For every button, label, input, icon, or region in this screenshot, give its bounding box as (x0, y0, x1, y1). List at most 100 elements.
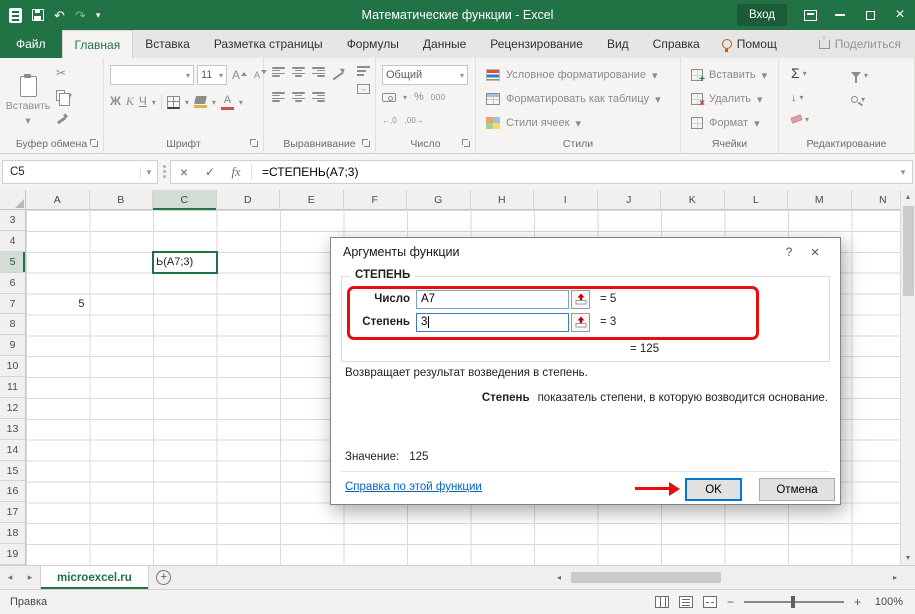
zoom-out-icon[interactable] (727, 595, 734, 609)
tab-help[interactable]: Справка (641, 30, 712, 58)
formula-bar-expand-icon[interactable] (894, 167, 912, 178)
bold-button[interactable]: Ж (110, 95, 121, 108)
row-header-12[interactable]: 12 (0, 398, 25, 419)
scroll-down-icon[interactable] (906, 551, 910, 565)
row-header-13[interactable]: 13 (0, 419, 25, 440)
vertical-scroll-thumb[interactable] (903, 206, 914, 296)
cancel-entry-button[interactable] (171, 164, 197, 180)
column-header-E[interactable]: E (280, 190, 344, 210)
row-header-3[interactable]: 3 (0, 210, 25, 231)
minimize-button[interactable] (825, 0, 855, 30)
tab-formulas[interactable]: Формулы (335, 30, 411, 58)
dialog-title-bar[interactable]: Аргументы функции (331, 238, 840, 266)
qat-customize-caret-icon[interactable] (96, 11, 101, 20)
column-header-L[interactable]: L (725, 190, 789, 210)
clipboard-dialog-launcher-icon[interactable] (90, 139, 99, 148)
name-box-caret-icon[interactable] (140, 167, 157, 178)
align-top-icon[interactable] (272, 67, 285, 77)
zoom-in-icon[interactable] (854, 595, 861, 609)
arg-input-power[interactable]: 3 (416, 313, 569, 332)
sign-in-button[interactable]: Вход (737, 4, 787, 26)
dialog-help-icon[interactable] (776, 242, 802, 262)
row-header-19[interactable]: 19 (0, 544, 25, 565)
tab-file[interactable]: Файл (0, 30, 62, 58)
cell-C5-edit-box[interactable]: Ь(A7;3) (152, 251, 218, 274)
zoom-slider-thumb[interactable] (791, 596, 795, 608)
format-painter-button[interactable] (56, 110, 72, 127)
currency-caret-icon[interactable] (403, 93, 407, 102)
column-header-A[interactable]: A (26, 190, 90, 210)
page-layout-view-icon[interactable] (679, 596, 693, 608)
align-middle-icon[interactable] (292, 67, 305, 77)
autosum-button[interactable]: Σ (791, 64, 807, 82)
column-header-I[interactable]: I (534, 190, 598, 210)
align-left-icon[interactable] (272, 92, 285, 102)
delete-cells-button[interactable]: Удалить (691, 89, 763, 109)
merge-center-icon[interactable] (357, 84, 370, 94)
orientation-icon[interactable] (332, 66, 344, 78)
format-as-table-button[interactable]: Форматировать как таблицу (486, 89, 661, 109)
cell-A7[interactable]: 5 (26, 294, 90, 315)
column-header-H[interactable]: H (471, 190, 535, 210)
zoom-slider[interactable] (744, 601, 844, 603)
redo-icon[interactable] (75, 9, 86, 22)
fill-color-button[interactable] (194, 96, 207, 108)
find-select-button[interactable] (851, 90, 865, 108)
new-sheet-button[interactable]: + (149, 566, 179, 589)
fill-button[interactable] (791, 88, 804, 106)
format-cells-button[interactable]: Формат (691, 113, 760, 133)
tab-view[interactable]: Вид (595, 30, 641, 58)
row-header-14[interactable]: 14 (0, 440, 25, 461)
insert-function-button[interactable]: fx (223, 165, 249, 180)
font-dialog-launcher-icon[interactable] (250, 139, 259, 148)
tab-home[interactable]: Главная (62, 30, 134, 58)
row-header-16[interactable]: 16 (0, 481, 25, 502)
column-header-G[interactable]: G (407, 190, 471, 210)
select-all-corner[interactable] (0, 190, 26, 210)
column-header-M[interactable]: M (788, 190, 852, 210)
underline-button[interactable]: Ч (139, 95, 147, 108)
italic-button[interactable]: К (126, 95, 134, 108)
row-header-10[interactable]: 10 (0, 356, 25, 377)
scroll-up-icon[interactable] (906, 190, 910, 204)
borders-icon[interactable] (167, 96, 180, 109)
row-header-7[interactable]: 7 (0, 294, 25, 315)
sheet-nav-left-icon[interactable] (0, 566, 20, 589)
row-header-17[interactable]: 17 (0, 502, 25, 523)
tab-page-layout[interactable]: Разметка страницы (202, 30, 335, 58)
arg-input-number[interactable]: A7 (416, 290, 569, 309)
tab-review[interactable]: Рецензирование (478, 30, 595, 58)
sheet-nav-right-icon[interactable] (20, 566, 40, 589)
hscroll-left-icon[interactable] (557, 573, 561, 582)
currency-icon[interactable] (382, 93, 396, 102)
row-header-6[interactable]: 6 (0, 273, 25, 294)
cell-styles-button[interactable]: Стили ячеек (486, 113, 581, 133)
ribbon-display-options-icon[interactable] (795, 0, 825, 30)
align-center-icon[interactable] (292, 92, 305, 102)
font-color-caret-icon[interactable] (239, 98, 243, 107)
borders-caret-icon[interactable] (185, 98, 189, 107)
undo-icon[interactable] (54, 9, 65, 22)
name-box[interactable]: C5 (2, 160, 158, 184)
enter-entry-button[interactable] (197, 165, 223, 179)
cut-button[interactable] (56, 64, 72, 81)
grow-font-button[interactable]: А (230, 67, 249, 83)
maximize-button[interactable] (855, 0, 885, 30)
cancel-button[interactable]: Отмена (759, 478, 835, 501)
help-link[interactable]: Справка по этой функции (345, 481, 482, 493)
hscroll-right-icon[interactable] (893, 573, 897, 582)
collapse-dialog-button[interactable] (571, 313, 590, 332)
row-header-5[interactable]: 5 (0, 252, 25, 273)
sheet-tab-microexcel[interactable]: microexcel.ru (40, 566, 149, 589)
wrap-text-icon[interactable] (357, 66, 370, 76)
normal-view-icon[interactable] (655, 596, 669, 608)
alignment-dialog-launcher-icon[interactable] (362, 139, 371, 148)
dialog-close-icon[interactable] (802, 242, 828, 262)
ok-button[interactable]: OK (685, 478, 742, 501)
column-header-K[interactable]: K (661, 190, 725, 210)
vertical-scrollbar[interactable] (900, 190, 915, 565)
horizontal-scrollbar[interactable] (557, 570, 897, 585)
sort-filter-button[interactable] (851, 66, 868, 84)
number-format-select[interactable]: Общий (382, 65, 468, 85)
column-header-F[interactable]: F (344, 190, 408, 210)
